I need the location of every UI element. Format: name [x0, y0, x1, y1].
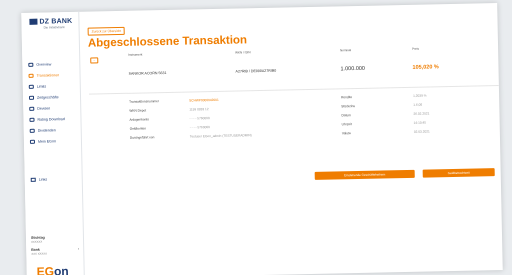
value-nominal: 1.000.000 — [340, 65, 366, 73]
sidebar-item-label: Zeitgeschäfte — [36, 94, 59, 100]
value-preis: 105,020 % — [412, 64, 439, 71]
document-icon — [29, 128, 35, 133]
secondary-action-button[interactable]: Geldbetrachtzeit — [422, 168, 495, 178]
user-panel: Stichtag XXXXXX Bank XXX XXXXX › — [31, 235, 79, 256]
sidebar-item-label: Limits — [36, 84, 47, 89]
detail-label: Anlagenkonto — [129, 117, 150, 122]
header-preis: Preis — [412, 46, 419, 51]
page-title: Abgeschlossene Transaktion — [87, 34, 248, 50]
detail-value: Testuser EGon_admin (TESTUSERADMIN) — [189, 133, 252, 139]
sidebar-item-label: Links — [38, 177, 48, 182]
egon-logo-part-a: EG — [36, 264, 55, 275]
list-icon — [28, 73, 34, 78]
bank-selector[interactable]: Bank XXX XXXXX › — [31, 247, 79, 256]
collapse-icon[interactable]: – — [90, 57, 99, 64]
brand-logo[interactable]: DZ BANK Die Initiativbank — [29, 18, 72, 30]
sidebar-item-label: Dividenden — [37, 127, 56, 133]
detail-value: 1.6,08 — [413, 102, 423, 107]
detail-label: Transaktionsnummer — [129, 99, 160, 104]
dz-bank-logo-icon — [29, 18, 38, 25]
sidebar-item-label: Overview — [36, 61, 52, 67]
value-wkn-isin: A27RIB / DE000A27RIB0 — [235, 68, 277, 74]
download-icon — [29, 117, 35, 122]
screenshot-stage: DZ BANK Die Initiativbank Overview Trans… — [0, 0, 512, 275]
back-button[interactable]: Zurück zur Übersicht — [87, 26, 126, 36]
detail-value: 14:10:45 — [413, 120, 427, 125]
sidebar: DZ BANK Die Initiativbank Overview Trans… — [21, 11, 85, 275]
detail-label: Stückzins — [341, 104, 355, 109]
egon-logo: EGon — [37, 264, 69, 275]
chevron-right-icon: › — [77, 246, 80, 251]
limits-icon — [28, 84, 34, 89]
detail-value: SCHWP0000042001 — [189, 97, 219, 103]
detail-label: Datum — [341, 113, 351, 118]
divider — [88, 85, 499, 95]
sidebar-nav: Overview Transaktionen Limits Zeitgeschä… — [28, 58, 78, 147]
bar-chart-icon — [28, 95, 35, 100]
detail-value: 1199 8833 12 — [189, 107, 209, 112]
header-instrument: Instrument — [128, 52, 143, 57]
detail-value: - - - - 5760000 — [189, 125, 210, 130]
header-nominal: Nominal — [340, 48, 352, 53]
currency-icon — [29, 106, 35, 111]
detail-value: 26.02.2021 — [413, 111, 430, 116]
sidebar-item-mein-egon[interactable]: Mein EGon — [29, 135, 78, 147]
user-sub: XXXXXX — [31, 239, 43, 244]
value-instrument: SANKOR ACORN 5631 — [128, 70, 167, 76]
sidebar-item-links[interactable]: Links — [30, 177, 48, 182]
detail-label: Valuta — [341, 131, 351, 136]
detail-label: Durchgeführt von — [129, 135, 155, 140]
brand-subtitle: Die Initiativbank — [43, 25, 65, 30]
sidebar-item-label: Devisen — [37, 105, 51, 111]
sidebar-item-label: Rating Download — [37, 116, 65, 122]
header-wkn-isin: WKN / ISIN — [235, 50, 251, 55]
link-icon — [30, 177, 36, 182]
overview-icon — [28, 62, 34, 67]
main-content: Zurück zur Übersicht Abgeschlossene Tran… — [87, 3, 503, 275]
detail-value: - - - - 5760000 — [189, 116, 210, 121]
primary-action-button[interactable]: Einstehende Geschäftsfreihern — [314, 169, 415, 180]
detail-label: WKN Depot — [129, 108, 147, 113]
detail-label: Rendite — [341, 95, 353, 100]
sidebar-item-label: Mein EGon — [37, 138, 56, 144]
detail-label: Geldkonten — [129, 126, 147, 131]
app-window: DZ BANK Die Initiativbank Overview Trans… — [21, 3, 503, 275]
user-icon — [29, 139, 35, 144]
egon-logo-part-b: on — [53, 264, 69, 275]
detail-label: Uhrzeit — [341, 122, 352, 127]
sidebar-item-label: Transaktionen — [36, 72, 60, 78]
detail-value: 02.03.2021 — [413, 129, 430, 134]
detail-value: 1,2039 % — [413, 93, 427, 98]
bank-sub: XXX XXXXX — [31, 251, 48, 256]
